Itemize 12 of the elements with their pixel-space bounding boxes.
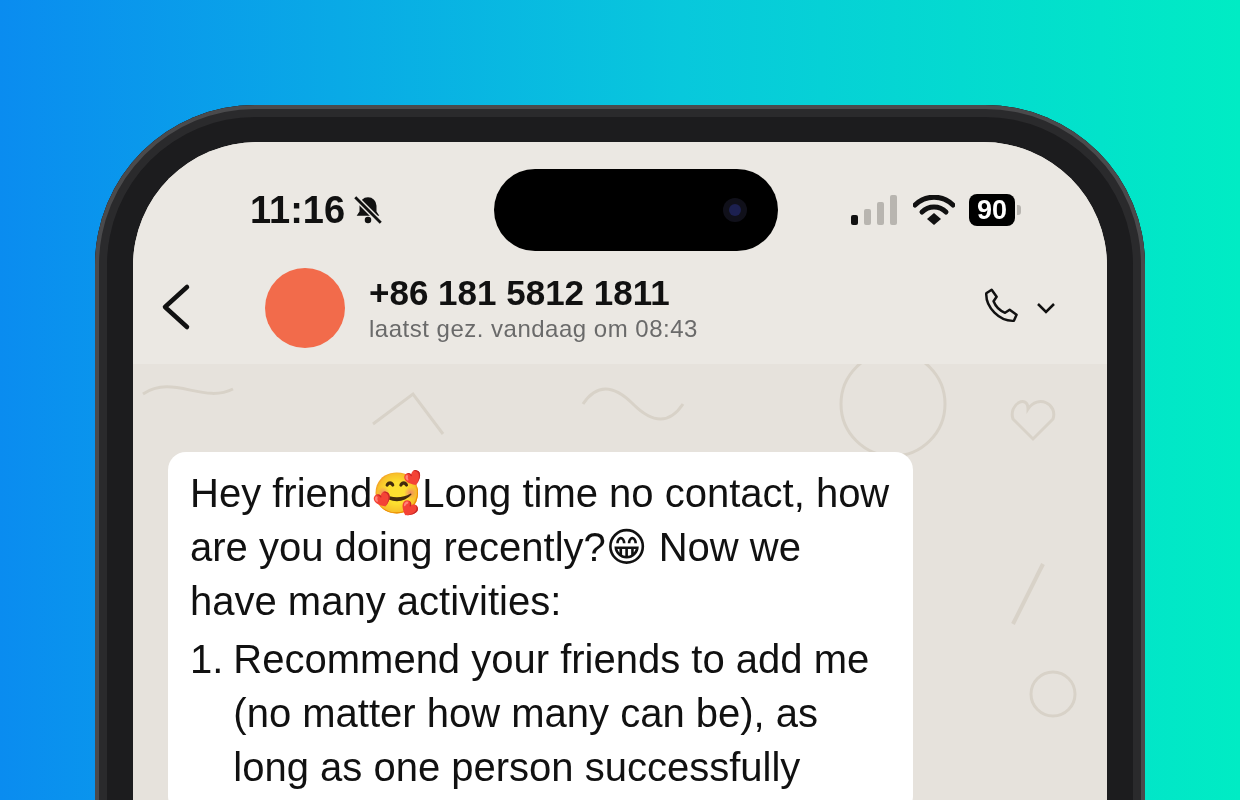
- camera-icon: [721, 197, 748, 223]
- signal-icon: [850, 195, 899, 225]
- contact-name[interactable]: +86 181 5812 1811: [369, 273, 979, 313]
- last-seen: laatst gez. vandaag om 08:43: [369, 315, 699, 343]
- status-time: 11:16: [250, 188, 346, 232]
- wifi-icon: [912, 195, 955, 225]
- chevron-down-icon: [1035, 301, 1057, 315]
- battery-tip: [1017, 205, 1021, 215]
- list-item-text: Recommend your friends to add me (no matter how many can be), as long as one person successfully: [233, 636, 871, 791]
- message-text: Hey friend🥰Long time no contact, how are you doing recently?😁 Now we have many activities:: [190, 469, 891, 625]
- list-number: 1.: [190, 636, 224, 683]
- battery-level: 90: [968, 194, 1015, 226]
